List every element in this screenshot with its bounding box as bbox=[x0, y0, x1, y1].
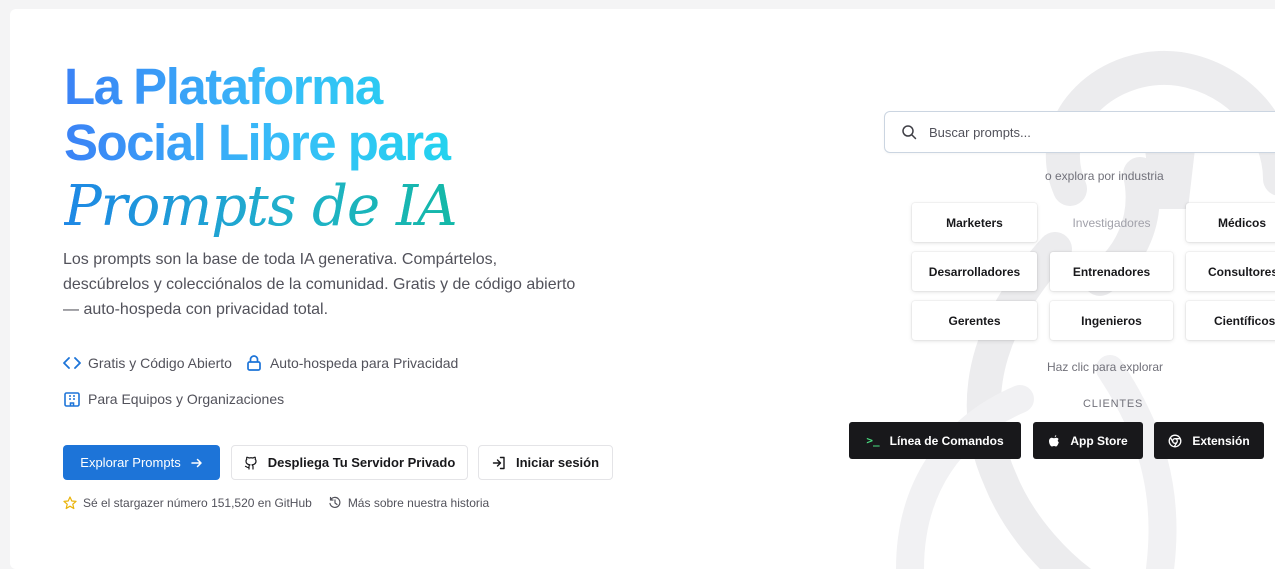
stargazer-link[interactable]: Sé el stargazer número 151,520 en GitHub bbox=[83, 496, 312, 510]
title-line-3: Prompts de IA bbox=[64, 171, 458, 243]
login-icon bbox=[492, 456, 505, 469]
extension-button[interactable]: Extensión bbox=[1154, 422, 1264, 459]
chip-marketers[interactable]: Marketers bbox=[912, 203, 1037, 242]
star-icon bbox=[63, 496, 77, 510]
search-input[interactable]: Buscar prompts... bbox=[929, 125, 1031, 140]
hero-card: La Plataforma Social Libre para Prompts … bbox=[10, 9, 1275, 569]
deploy-server-label: Despliega Tu Servidor Privado bbox=[267, 455, 456, 470]
feature-self-host-label: Auto-hospeda para Privacidad bbox=[269, 355, 459, 371]
code-icon bbox=[63, 357, 81, 369]
title-line-2: Social Libre para bbox=[64, 114, 450, 171]
chrome-icon bbox=[1168, 434, 1182, 447]
hero-description: Los prompts son la base de toda IA gener… bbox=[63, 251, 576, 318]
cli-label: Línea de Comandos bbox=[889, 433, 1004, 448]
industry-hint: Haz clic para explorar bbox=[1047, 360, 1164, 374]
extension-label: Extensión bbox=[1192, 433, 1250, 448]
industry-prompt: o explora por industria bbox=[1045, 169, 1164, 183]
feature-teams: Para Equipos y Organizaciones bbox=[63, 390, 284, 408]
chip-consultores[interactable]: Consultores bbox=[1186, 252, 1275, 291]
chip-cientificos[interactable]: Científicos bbox=[1186, 301, 1275, 340]
title-line-1: La Plataforma bbox=[64, 58, 382, 115]
hero-title: La Plataforma Social Libre para Prompts … bbox=[64, 58, 458, 243]
explore-prompts-button[interactable]: Explorar Prompts bbox=[63, 445, 220, 480]
app-store-button[interactable]: App Store bbox=[1033, 422, 1143, 459]
app-store-label: App Store bbox=[1070, 433, 1128, 448]
arrow-right-icon bbox=[190, 458, 202, 467]
login-button[interactable]: Iniciar sesión bbox=[478, 445, 613, 480]
feature-teams-label: Para Equipos y Organizaciones bbox=[88, 391, 285, 407]
history-link[interactable]: Más sobre nuestra historia bbox=[348, 496, 489, 510]
building-icon bbox=[64, 392, 80, 407]
search-box[interactable]: Buscar prompts... bbox=[884, 111, 1275, 153]
chip-medicos[interactable]: Médicos bbox=[1186, 203, 1275, 242]
chip-desarrolladores[interactable]: Desarrolladores bbox=[912, 252, 1037, 291]
deploy-server-button[interactable]: Despliega Tu Servidor Privado bbox=[231, 445, 468, 480]
chip-ingenieros[interactable]: Ingenieros bbox=[1050, 301, 1173, 340]
clients-heading: CLIENTES bbox=[1083, 398, 1144, 410]
terminal-icon: >_ bbox=[866, 434, 880, 447]
explore-prompts-label: Explorar Prompts bbox=[80, 455, 181, 470]
feature-open-source: Gratis y Código Abierto Auto-hospeda par… bbox=[63, 354, 458, 372]
cli-button[interactable]: >_ Línea de Comandos bbox=[849, 422, 1021, 459]
feature-open-source-label: Gratis y Código Abierto bbox=[88, 355, 232, 371]
history-icon bbox=[329, 496, 341, 508]
chip-entrenadores[interactable]: Entrenadores bbox=[1050, 252, 1173, 291]
apple-icon bbox=[1049, 434, 1060, 446]
meta-line: Sé el stargazer número 151,520 en GitHub… bbox=[63, 496, 489, 510]
chip-investigadores[interactable]: Investigadores bbox=[1050, 203, 1173, 242]
lock-icon bbox=[247, 355, 261, 371]
login-label: Iniciar sesión bbox=[515, 455, 600, 470]
search-icon bbox=[902, 125, 917, 140]
github-icon bbox=[244, 456, 257, 470]
chip-gerentes[interactable]: Gerentes bbox=[912, 301, 1037, 340]
